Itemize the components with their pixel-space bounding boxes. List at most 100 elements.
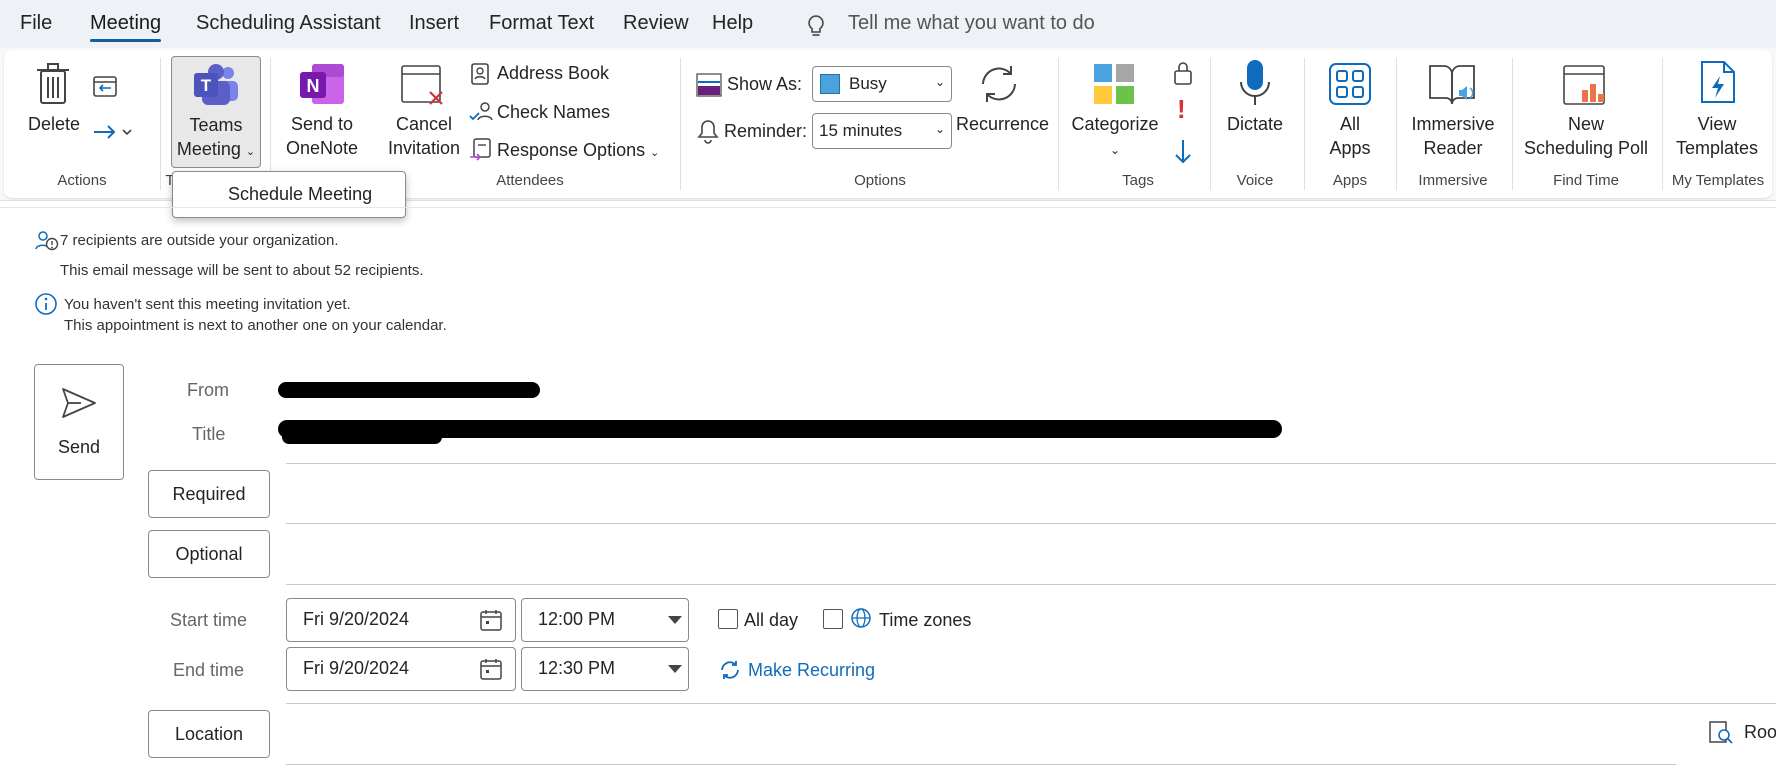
group-immersive: Immersive [1418, 172, 1488, 189]
start-date-value: Fri 9/20/2024 [303, 609, 410, 629]
tab-insert[interactable]: Insert [409, 12, 459, 35]
show-as-value: Busy [849, 74, 887, 93]
recurrence-icon [982, 66, 1016, 102]
recurrence-button[interactable]: Recurrence [956, 112, 1049, 136]
delete-button[interactable]: Delete [26, 112, 82, 136]
templates-icon [1701, 61, 1735, 103]
start-time-label: Start time [170, 610, 248, 630]
reminder-label: Reminder: [724, 121, 808, 141]
forward-icon[interactable] [92, 122, 134, 142]
divider [0, 207, 1776, 208]
high-importance-icon[interactable]: ! [1177, 94, 1186, 125]
show-as-dropdown[interactable]: Busy ⌄ [812, 66, 952, 102]
divider [1396, 58, 1397, 190]
reminder-dropdown[interactable]: 15 minutes ⌄ [812, 113, 952, 149]
group-options: Options [854, 172, 906, 189]
show-as-label: Show As: [727, 74, 803, 94]
cancel-invitation-button[interactable]: Cancel Invitation [380, 112, 468, 160]
location-input-line[interactable] [286, 764, 1676, 765]
tab-file[interactable]: File [20, 12, 52, 35]
room-finder-icon[interactable] [1708, 720, 1734, 746]
tab-review[interactable]: Review [623, 12, 689, 35]
room-finder-label[interactable]: Roo [1744, 722, 1776, 743]
calendar-icon[interactable] [479, 608, 503, 632]
all-apps-button[interactable]: All Apps [1316, 112, 1384, 160]
title-input-redacted-part [282, 430, 442, 444]
divider [680, 58, 681, 190]
optional-button[interactable]: Optional [148, 530, 270, 578]
private-lock-icon[interactable] [1172, 60, 1194, 86]
globe-icon [851, 608, 871, 628]
busy-swatch [820, 74, 840, 94]
tell-me-search[interactable]: Tell me what you want to do [848, 12, 1095, 35]
caret-down-icon [668, 665, 682, 673]
make-recurring-link[interactable]: Make Recurring [748, 660, 875, 681]
response-options-icon [470, 138, 491, 161]
menu-bar: File Meeting Scheduling Assistant Insert… [0, 0, 1776, 48]
immersive-reader-icon [1429, 65, 1475, 105]
lightbulb-icon [808, 15, 824, 36]
caret-down-icon [668, 616, 682, 624]
divider [1058, 58, 1059, 190]
address-book-button[interactable]: Address Book [497, 63, 609, 84]
calendar-icon[interactable] [479, 657, 503, 681]
teams-meeting-button[interactable]: T Teams Meeting ⌄ [171, 56, 261, 168]
tab-scheduling-assistant[interactable]: Scheduling Assistant [196, 12, 381, 35]
send-icon [62, 388, 96, 418]
time-zones-label: Time zones [879, 610, 972, 630]
start-date-field[interactable]: Fri 9/20/2024 [286, 598, 516, 642]
end-time-value: 12:30 PM [538, 658, 616, 678]
tab-meeting[interactable]: Meeting [90, 12, 162, 42]
required-button[interactable]: Required [148, 470, 270, 518]
external-recipients-icon [35, 231, 59, 251]
divider [1512, 58, 1513, 190]
view-templates-button[interactable]: View Templates [1672, 112, 1762, 160]
from-value-redacted[interactable] [278, 382, 540, 398]
schedule-meeting-menu-item[interactable]: Schedule Meeting [228, 184, 372, 205]
check-names-button[interactable]: Check Names [497, 102, 610, 123]
group-my-templates: My Templates [1671, 172, 1765, 189]
scheduling-poll-icon [1563, 65, 1605, 105]
end-time-label: End time [173, 660, 245, 680]
recurring-icon [721, 661, 739, 679]
all-day-checkbox[interactable] [718, 609, 738, 629]
tab-help[interactable]: Help [712, 12, 753, 35]
tab-format-text[interactable]: Format Text [489, 12, 594, 35]
chevron-down-icon: ⌄ [245, 146, 256, 158]
categorize-icon [1094, 64, 1134, 104]
trash-icon [37, 63, 69, 104]
dictate-button[interactable]: Dictate [1220, 112, 1290, 136]
onenote-icon: N [300, 64, 344, 104]
calendar-reply-icon[interactable] [92, 74, 118, 98]
end-date-value: Fri 9/20/2024 [303, 658, 410, 678]
low-importance-icon[interactable] [1172, 138, 1194, 164]
required-input-line[interactable] [286, 523, 1776, 524]
group-find-time: Find Time [1553, 172, 1619, 189]
divider [286, 703, 1776, 704]
conflict-notice: This appointment is next to another one … [64, 317, 447, 334]
location-button[interactable]: Location [148, 710, 270, 758]
title-label: Title [192, 424, 226, 444]
new-scheduling-poll-button[interactable]: New Scheduling Poll [1516, 112, 1656, 160]
time-zones-checkbox[interactable] [823, 609, 843, 629]
immersive-reader-button[interactable]: Immersive Reader [1404, 112, 1502, 160]
divider [1662, 58, 1663, 190]
divider [1304, 58, 1305, 190]
send-button[interactable]: Send [34, 364, 124, 480]
optional-input-line[interactable] [286, 584, 1776, 585]
group-attendees: Attendees [496, 172, 564, 189]
outside-org-notice: 7 recipients are outside your organizati… [60, 232, 339, 249]
divider [286, 463, 1776, 464]
chevron-down-icon: ⌄ [934, 75, 945, 89]
end-date-field[interactable]: Fri 9/20/2024 [286, 647, 516, 691]
divider [160, 58, 161, 190]
end-time-dropdown[interactable]: 12:30 PM [521, 647, 689, 691]
from-label: From [187, 380, 229, 400]
send-to-onenote-button[interactable]: Send to OneNote [280, 112, 364, 160]
address-book-icon [471, 63, 489, 85]
start-time-dropdown[interactable]: 12:00 PM [521, 598, 689, 642]
recipients-count-notice: This email message will be sent to about… [60, 262, 424, 279]
categorize-button[interactable]: Categorize ⌄ [1070, 112, 1160, 162]
not-sent-notice: You haven't sent this meeting invitation… [64, 296, 351, 313]
response-options-button[interactable]: Response Options ⌄ [497, 140, 659, 161]
